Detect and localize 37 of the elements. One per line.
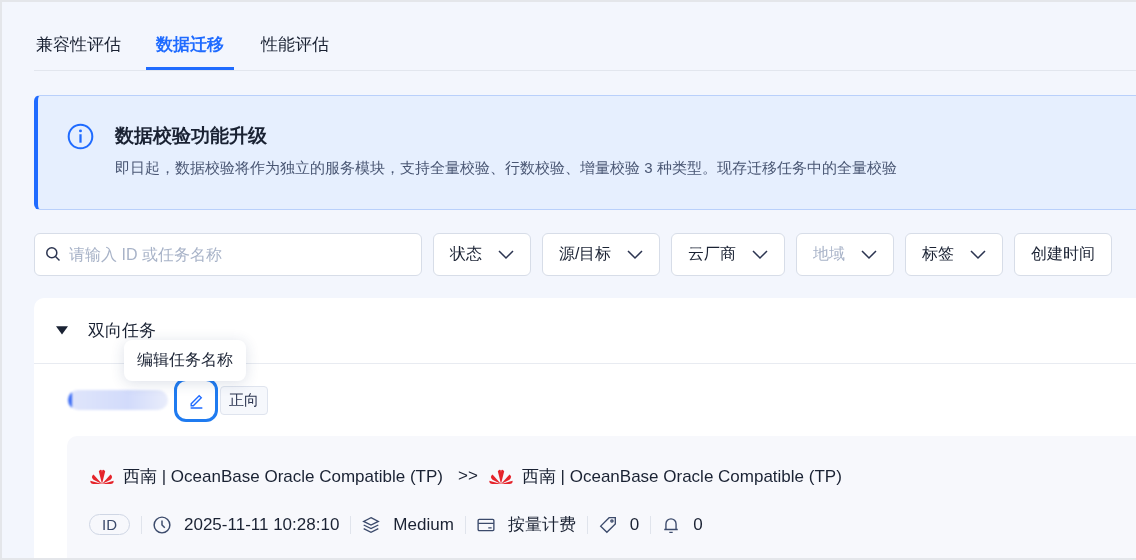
filter-dropdown[interactable]: 创建时间 [1014,233,1113,276]
tab[interactable]: 性能评估 [259,22,329,70]
filter-dropdown[interactable]: 标签 [905,233,1004,276]
expand-toggle[interactable] [56,325,68,336]
alert-count: 0 [693,514,703,535]
caret-icon [752,249,769,260]
caret-icon [627,249,644,260]
caret-icon [970,249,987,260]
tag-count: 0 [629,514,640,535]
tab[interactable]: 数据迁移 [146,22,234,70]
bell-icon [662,515,681,534]
clock-icon [153,515,171,534]
search-field[interactable]: 请输入 ID 或任务名称 [34,233,422,276]
tooltip: 编辑任务名称 [124,340,246,381]
edit-button[interactable] [174,378,218,422]
billing-text: 按量计费 [507,514,576,536]
direction-tag: 正向 [220,385,268,415]
flower-logo-icon [487,467,514,485]
source-text: 西南 | OceanBase Oracle Compatible (TP) [123,465,443,488]
spec-text: Medium [393,514,454,535]
caret-icon [56,325,68,336]
notice-title: 数据校验功能升级 [115,124,268,148]
filter-dropdown[interactable]: 源/目标 [542,233,661,276]
tag-icon [598,515,617,534]
target-text: 西南 | OceanBase Oracle Compatible (TP) [521,465,842,488]
filter-dropdown[interactable]: 云厂商 [671,233,786,276]
notice-text: 即日起，数据校验将作为独立的服务模块，支持全量校验、行数校验、增量校验 3 种类型。现存迁移任务中的全量校验 [115,159,897,178]
caret-icon [498,249,514,260]
layers-icon [362,515,381,534]
arrow-text: >> [458,466,478,486]
filter-dropdown[interactable]: 状态 [433,233,531,276]
created-time: 2025-11-11 10:28:10 [184,514,340,535]
flower-logo-icon [89,467,115,485]
caret-icon [861,249,878,260]
tab[interactable]: 兼容性评估 [34,22,121,70]
group-title: 双向任务 [88,320,156,342]
info-icon [67,123,94,150]
